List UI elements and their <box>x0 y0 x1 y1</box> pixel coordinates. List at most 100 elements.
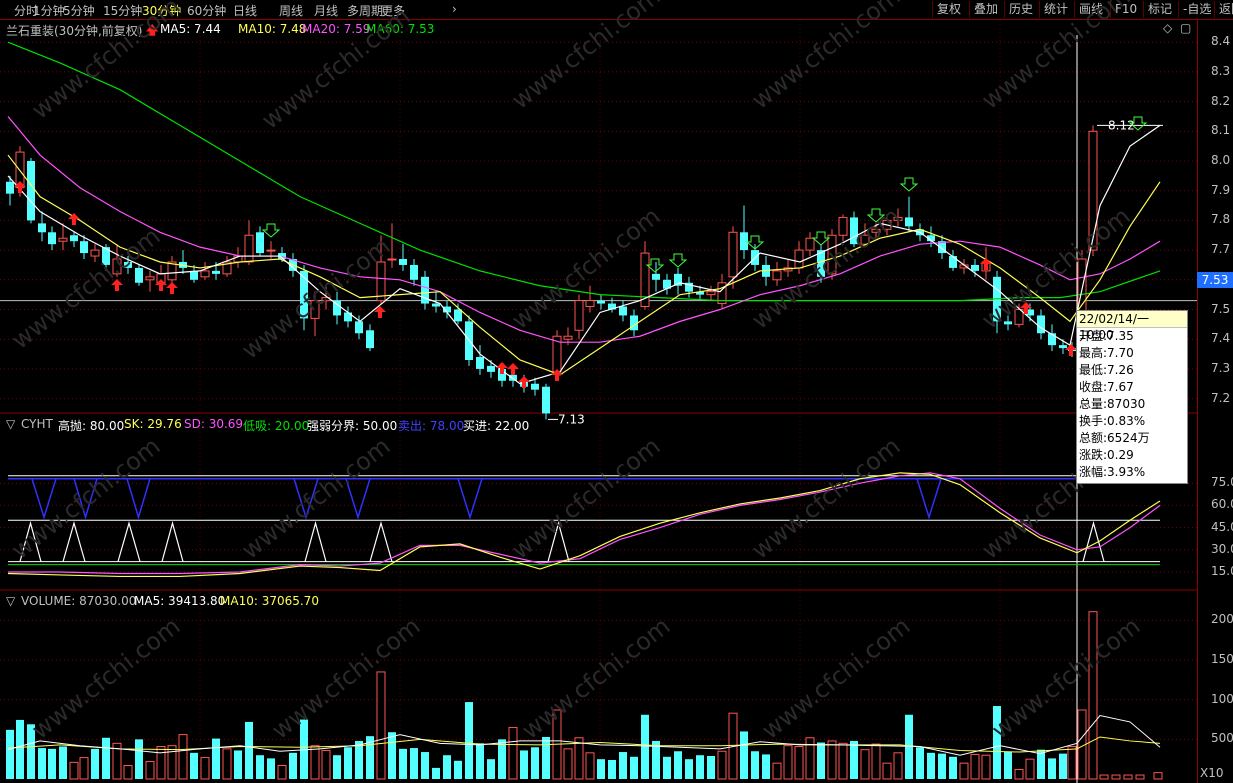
volume-bar-down <box>1048 758 1056 779</box>
watermark: www.cfchi.com <box>746 202 905 335</box>
watermark: www.cfchi.com <box>256 2 415 135</box>
volume-bar-up <box>123 765 133 780</box>
price-tick: 7.5 <box>1211 301 1231 316</box>
watermark: www.cfchi.com <box>26 0 185 125</box>
bar-info-tooltip: 22/02/14/一 10:00 开盘:7.35 最高:7.70 最低:7.26 收盘… <box>1076 310 1188 484</box>
low-price-label: 7.13 <box>558 412 585 426</box>
volume-tick: 1500 <box>1211 652 1233 667</box>
tooltip-row: 开盘:7.35 <box>1079 329 1134 343</box>
candle-body-down <box>454 309 462 322</box>
indicator-tick: 60.0 <box>1211 497 1233 512</box>
volume-bar-down <box>696 755 704 779</box>
volume-bar-up <box>871 743 881 780</box>
candle-body-up <box>585 300 595 308</box>
volume-bar-down <box>355 740 363 779</box>
candle-body-down <box>38 223 46 233</box>
candle-body-up <box>266 249 276 252</box>
volume-bar-up <box>200 757 210 780</box>
volume-bar-down <box>135 739 143 779</box>
candle-body-down <box>476 357 484 369</box>
volume-bar-up <box>508 726 518 780</box>
volume-bar-down <box>399 748 407 779</box>
indicator-tick: 45.0 <box>1211 519 1233 534</box>
volume-bar-down <box>289 752 297 779</box>
buy-signal <box>161 520 184 562</box>
candle-body-down <box>70 235 78 242</box>
volume-bar-up <box>167 745 177 780</box>
candle-body-down <box>212 270 220 274</box>
volume-bar-down <box>487 759 495 779</box>
candle-body-down <box>619 306 627 316</box>
volume-bar-down <box>432 767 440 779</box>
watermark: www.cfchi.com <box>516 612 675 745</box>
volume-bar-up <box>145 761 155 780</box>
volume-bar-down <box>520 750 528 779</box>
volume-bar-down <box>212 738 220 779</box>
volume-bar-up <box>783 745 793 780</box>
volume-bar-up <box>1111 774 1121 780</box>
candle-body-down <box>135 267 143 283</box>
volume-bar-up <box>1135 774 1145 780</box>
volume-bar-down <box>48 748 56 779</box>
volume-bar-up <box>717 750 727 780</box>
volume-bar-down <box>476 743 484 779</box>
volume-bar-down <box>256 755 264 779</box>
candle-body-down <box>410 264 418 280</box>
candle-body-down <box>905 217 913 227</box>
watermark: www.cfchi.com <box>266 612 425 745</box>
volume-bar-up <box>79 757 89 780</box>
candle-body-down <box>366 330 374 349</box>
volume-bar-up <box>860 749 870 780</box>
volume-bar-up <box>970 753 980 780</box>
volume-bar-up <box>772 762 782 780</box>
candle-body-down <box>1059 345 1067 349</box>
watermark: www.cfchi.com <box>756 612 915 745</box>
volume-bar-down <box>542 736 550 779</box>
price-tick: 8.3 <box>1211 63 1231 78</box>
volume-bar-up <box>277 765 287 780</box>
volume-tick: 1000 <box>1211 691 1233 706</box>
volume-bar-up <box>222 748 232 780</box>
candle-body-up <box>387 258 397 261</box>
buy-signal <box>117 520 141 562</box>
candle-body-down <box>487 365 495 372</box>
volume-bar-down <box>333 755 341 779</box>
volume-bar-down <box>685 759 693 779</box>
volume-bar-down <box>597 759 605 779</box>
volume-bar-down <box>388 732 396 779</box>
watermark: www.cfchi.com <box>506 432 665 565</box>
volume-bar-up <box>1014 768 1024 780</box>
price-tick: 8.1 <box>1211 123 1231 138</box>
tooltip-row: 最高:7.70 <box>1079 346 1134 360</box>
candle-body-up <box>563 335 573 340</box>
volume-bar-down <box>498 739 506 779</box>
volume-bar-up <box>1025 758 1035 780</box>
tooltip-row: 换手:0.83% <box>1079 414 1146 428</box>
candle-body-down <box>542 386 550 414</box>
volume-bar-up <box>794 745 804 780</box>
tooltip-row: 总额:6524万 <box>1079 431 1150 445</box>
candle-body-up <box>772 270 782 281</box>
volume-bar-down <box>740 731 748 779</box>
volume-bar-down <box>465 702 473 779</box>
volume-bar-down <box>454 760 462 779</box>
volume-bar-up <box>981 754 991 780</box>
volume-bar-down <box>949 756 957 779</box>
candle-body-up <box>805 237 815 251</box>
current-price-tag: 7.53 <box>1197 272 1233 288</box>
volume-bar-up <box>1123 774 1133 780</box>
buy-signal <box>1082 520 1105 562</box>
indicator-tick: 30.0 <box>1211 541 1233 556</box>
volume-bar-up <box>838 742 848 780</box>
tooltip-row: 涨跌:0.29 <box>1079 448 1134 462</box>
volume-bar-down <box>421 752 429 779</box>
volume-bar-up <box>585 752 595 780</box>
price-tick: 7.9 <box>1211 182 1231 197</box>
candle-body-up <box>90 249 100 257</box>
candle-body-up <box>58 237 68 242</box>
candle-body-down <box>597 300 605 304</box>
kline-chart[interactable]: 8.12 7.13 www.cfchi.com www.cfchi.com www.cf… <box>0 0 1233 783</box>
volume-bar-down <box>905 714 913 779</box>
volume-bar-down <box>267 758 275 779</box>
volume-bar-up <box>882 762 892 780</box>
